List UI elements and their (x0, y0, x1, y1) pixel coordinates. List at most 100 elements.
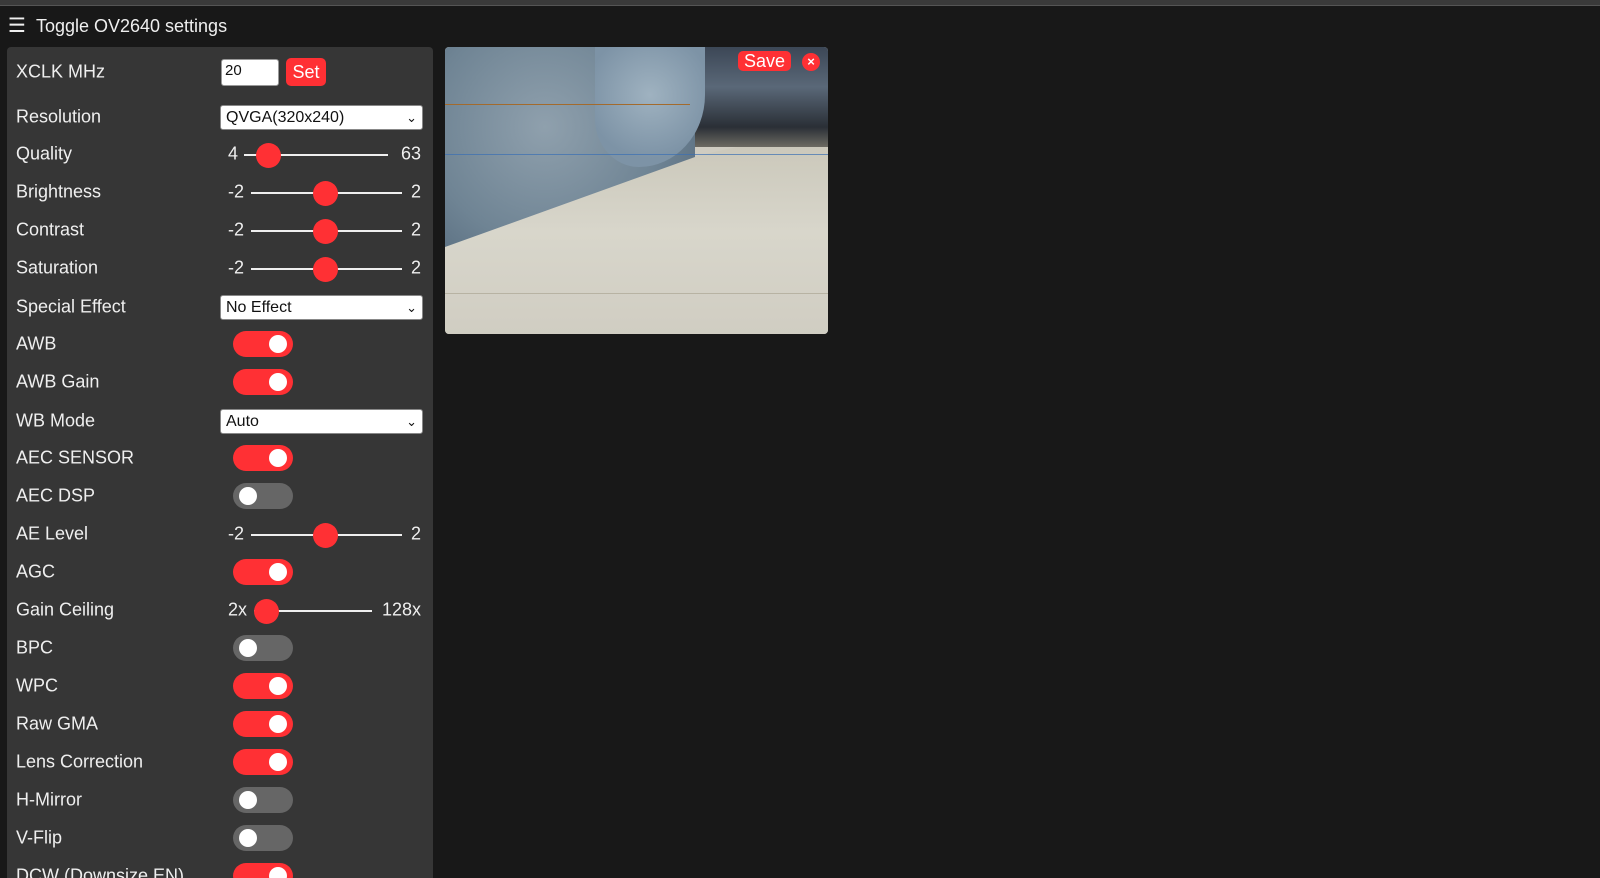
setting-awb: AWB (7, 325, 433, 363)
contrast-label: Contrast (16, 219, 85, 240)
setting-quality: Quality 4 63 (7, 135, 433, 173)
toggle-knob (269, 677, 287, 695)
resolution-value: QVGA(320x240) (226, 109, 345, 126)
toggle-knob (269, 335, 287, 353)
setting-xclk: XCLK MHz 20 Set (7, 53, 433, 91)
raw-gma-label: Raw GMA (16, 713, 99, 734)
toggle-knob (269, 867, 287, 878)
setting-agc: AGC (7, 553, 433, 591)
brightness-min: -2 (228, 181, 245, 202)
wpc-toggle[interactable] (233, 673, 293, 699)
wb-mode-label: WB Mode (16, 410, 96, 431)
wb-mode-select[interactable]: Auto ⌄ (220, 409, 423, 434)
setting-bpc: BPC (7, 629, 433, 667)
h-mirror-toggle[interactable] (233, 787, 293, 813)
brightness-max: 2 (410, 181, 421, 202)
agc-toggle[interactable] (233, 559, 293, 585)
camera-stream-image (445, 47, 828, 334)
awb-gain-toggle[interactable] (233, 369, 293, 395)
quality-max: 63 (400, 143, 421, 164)
saturation-label: Saturation (16, 257, 99, 278)
menu-icon: ☰ (8, 15, 26, 37)
setting-resolution: Resolution QVGA(320x240) ⌄ (7, 98, 433, 136)
wb-mode-value: Auto (226, 413, 259, 430)
setting-wpc: WPC (7, 667, 433, 705)
gain-ceiling-label: Gain Ceiling (16, 599, 115, 620)
stream-artifact-line (445, 293, 828, 294)
stream-artifact-line (445, 104, 690, 105)
stream-artifact-line (445, 154, 828, 155)
setting-awb-gain: AWB Gain (7, 363, 433, 401)
v-flip-label: V-Flip (16, 827, 63, 848)
lens-correction-toggle[interactable] (233, 749, 293, 775)
aec-dsp-toggle[interactable] (233, 483, 293, 509)
setting-saturation: Saturation -2 2 (7, 249, 433, 287)
awb-label: AWB (16, 333, 57, 354)
quality-thumb[interactable] (256, 143, 281, 168)
xclk-set-button[interactable]: Set (286, 58, 326, 86)
saturation-slider[interactable]: -2 2 (220, 249, 425, 287)
toggle-knob (269, 563, 287, 581)
ae-level-min: -2 (228, 523, 245, 544)
resolution-select[interactable]: QVGA(320x240) ⌄ (220, 105, 423, 130)
setting-dcw: DCW (Downsize EN) (7, 857, 433, 878)
ae-level-max: 2 (410, 523, 421, 544)
toggle-knob (239, 639, 257, 657)
close-stream-button[interactable]: × (802, 53, 820, 71)
gain-ceiling-thumb[interactable] (254, 599, 279, 624)
ae-level-slider[interactable]: -2 2 (220, 515, 425, 553)
saturation-thumb[interactable] (313, 257, 338, 282)
quality-label: Quality (16, 143, 73, 164)
setting-ae-level: AE Level -2 2 (7, 515, 433, 553)
setting-contrast: Contrast -2 2 (7, 211, 433, 249)
saturation-min: -2 (228, 257, 245, 278)
xclk-input[interactable]: 20 (221, 59, 279, 86)
brightness-thumb[interactable] (313, 181, 338, 206)
setting-brightness: Brightness -2 2 (7, 173, 433, 211)
brightness-slider[interactable]: -2 2 (220, 173, 425, 211)
toggle-settings-header[interactable]: ☰ Toggle OV2640 settings (8, 14, 227, 38)
contrast-thumb[interactable] (313, 219, 338, 244)
contrast-min: -2 (228, 219, 245, 240)
brightness-label: Brightness (16, 181, 102, 202)
chevron-down-icon: ⌄ (406, 110, 417, 125)
contrast-max: 2 (410, 219, 421, 240)
setting-special-effect: Special Effect No Effect ⌄ (7, 288, 433, 326)
v-flip-toggle[interactable] (233, 825, 293, 851)
special-effect-value: No Effect (226, 299, 292, 316)
dcw-label: DCW (Downsize EN) (16, 865, 185, 878)
h-mirror-label: H-Mirror (16, 789, 82, 810)
ae-level-thumb[interactable] (313, 523, 338, 548)
settings-panel: XCLK MHz 20 Set Resolution QVGA(320x240)… (7, 47, 433, 878)
wpc-label: WPC (16, 675, 58, 696)
gain-ceiling-min: 2x (228, 599, 248, 620)
setting-wb-mode: WB Mode Auto ⌄ (7, 402, 433, 440)
bpc-toggle[interactable] (233, 635, 293, 661)
dcw-toggle[interactable] (233, 863, 293, 878)
chevron-down-icon: ⌄ (406, 414, 417, 429)
setting-aec-dsp: AEC DSP (7, 477, 433, 515)
toggle-knob (239, 791, 257, 809)
setting-h-mirror: H-Mirror (7, 781, 433, 819)
xclk-label: XCLK MHz (16, 61, 106, 82)
gain-ceiling-slider[interactable]: 2x 128x (220, 591, 425, 629)
raw-gma-toggle[interactable] (233, 711, 293, 737)
save-stream-button[interactable]: Save (738, 51, 792, 71)
quality-slider[interactable]: 4 63 (220, 135, 425, 173)
awb-toggle[interactable] (233, 331, 293, 357)
awb-gain-label: AWB Gain (16, 371, 100, 392)
toggle-settings-title: Toggle OV2640 settings (35, 15, 228, 36)
bpc-label: BPC (16, 637, 54, 658)
aec-sensor-toggle[interactable] (233, 445, 293, 471)
toggle-knob (239, 487, 257, 505)
special-effect-label: Special Effect (16, 296, 126, 317)
toggle-knob (239, 829, 257, 847)
setting-aec-sensor: AEC SENSOR (7, 439, 433, 477)
toggle-knob (269, 449, 287, 467)
contrast-slider[interactable]: -2 2 (220, 211, 425, 249)
special-effect-select[interactable]: No Effect ⌄ (220, 295, 423, 320)
setting-raw-gma: Raw GMA (7, 705, 433, 743)
setting-v-flip: V-Flip (7, 819, 433, 857)
toggle-knob (269, 753, 287, 771)
resolution-label: Resolution (16, 106, 102, 127)
